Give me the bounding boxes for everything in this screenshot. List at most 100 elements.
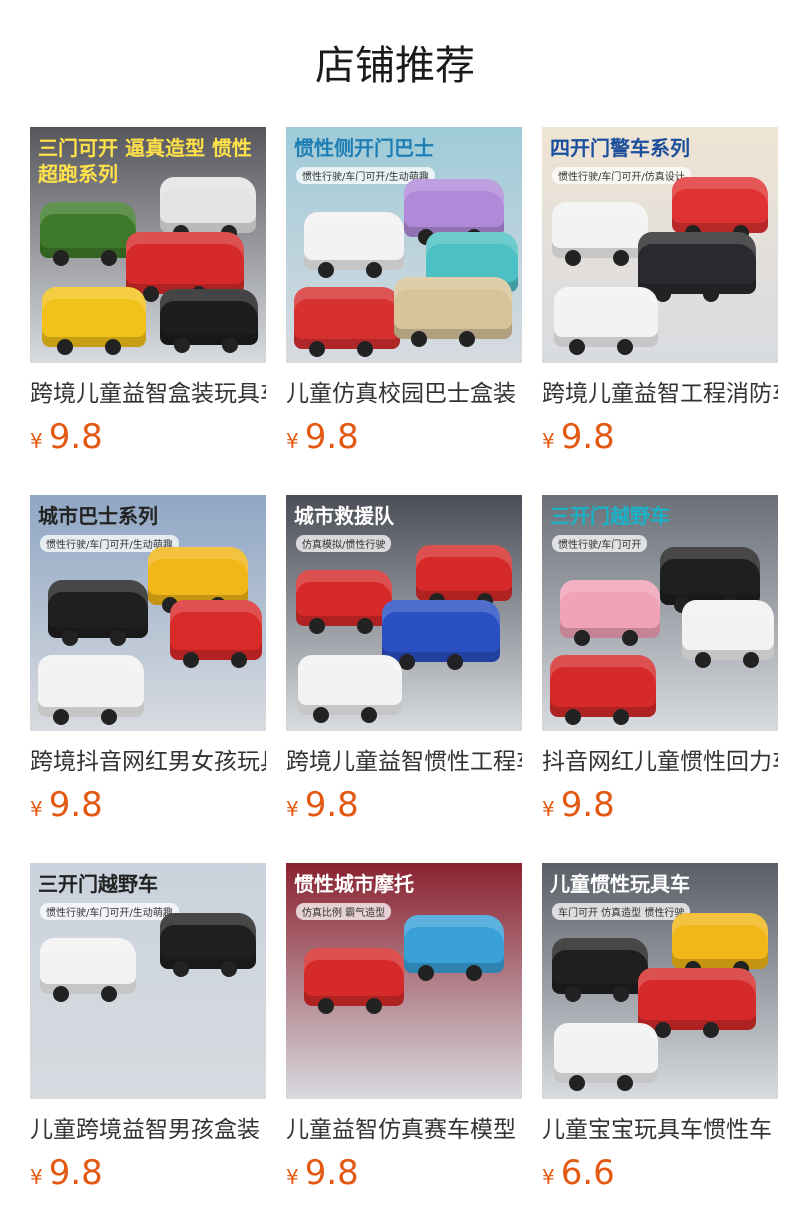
product-card[interactable]: 儿童惯性玩具车车门可开 仿真造型 惯性行驶儿童宝宝玩具车惯性车 ¥6.6 <box>542 863 778 1199</box>
toy-car-illustration <box>40 202 136 266</box>
toy-car-illustration <box>296 570 392 634</box>
image-banner-subtext: 仿真模拟/惯性行驶 <box>296 535 392 552</box>
product-card[interactable]: 城市救援队仿真模拟/惯性行驶跨境儿童益智惯性工程车 ¥9.8 <box>286 495 522 831</box>
product-card[interactable]: 三开门越野车惯性行驶/车门可开抖音网红儿童惯性回力车 ¥9.8 <box>542 495 778 831</box>
product-image[interactable]: 三门可开 逼真造型 惯性超跑系列 <box>30 127 266 363</box>
price-value: 9.8 <box>48 785 103 825</box>
currency-symbol: ¥ <box>30 429 43 453</box>
toy-car-illustration <box>294 287 400 357</box>
image-banner-text: 儿童惯性玩具车 <box>550 872 690 896</box>
toy-car-illustration <box>394 277 512 347</box>
product-price: ¥9.8 <box>542 417 778 463</box>
toy-car-illustration <box>554 1023 658 1091</box>
toy-car-illustration <box>48 580 148 646</box>
toy-car-illustration <box>404 179 504 245</box>
product-image[interactable]: 三开门越野车惯性行驶/车门可开/生动萌趣 <box>30 863 266 1099</box>
toy-car-illustration <box>160 177 256 241</box>
price-value: 9.8 <box>560 785 615 825</box>
currency-symbol: ¥ <box>542 1165 555 1189</box>
price-value: 9.8 <box>304 1153 359 1193</box>
toy-car-illustration <box>382 600 500 670</box>
product-name[interactable]: 跨境抖音网红男女孩玩具 <box>30 745 266 779</box>
product-card[interactable]: 城市巴士系列 惯性行驶/车门可开/生动萌趣跨境抖音网红男女孩玩具 ¥9.8 <box>30 495 266 831</box>
image-banner-subtext: 车门可开 仿真造型 惯性行驶 <box>552 903 691 920</box>
image-banner-text: 惯性城市摩托 <box>294 872 414 896</box>
page-title: 店铺推荐 <box>315 43 475 89</box>
toy-car-illustration <box>560 580 660 646</box>
product-card[interactable]: 三门可开 逼真造型 惯性超跑系列跨境儿童益智盒装玩具车 ¥9.8 <box>30 127 266 463</box>
image-banner-text: 三开门越野车 <box>38 872 158 896</box>
product-card[interactable]: 四开门警车系列惯性行驶/车门可开/仿真设计跨境儿童益智工程消防车 ¥9.8 <box>542 127 778 463</box>
image-banner-text: 四开门警车系列 <box>550 136 690 160</box>
image-banner-subtext: 惯性行驶/车门可开 <box>552 535 648 552</box>
product-price: ¥9.8 <box>286 785 522 831</box>
toy-car-illustration <box>38 655 144 725</box>
image-banner-text: 城市巴士系列 <box>38 504 158 528</box>
currency-symbol: ¥ <box>286 797 299 821</box>
price-value: 9.8 <box>560 417 615 457</box>
product-price: ¥9.8 <box>286 417 522 463</box>
product-name[interactable]: 儿童仿真校园巴士盒装 <box>286 377 522 411</box>
toy-car-illustration <box>672 913 768 977</box>
toy-car-illustration <box>40 938 136 1002</box>
image-banner-subtext: 仿真比例 霸气造型 <box>296 903 392 920</box>
toy-car-illustration <box>552 202 648 266</box>
currency-symbol: ¥ <box>30 1165 43 1189</box>
price-value: 9.8 <box>48 417 103 457</box>
product-card[interactable]: 惯性城市摩托仿真比例 霸气造型儿童益智仿真赛车模型 ¥9.8 <box>286 863 522 1199</box>
product-image[interactable]: 惯性侧开门巴士 惯性行驶/车门可开/生动萌趣 <box>286 127 522 363</box>
currency-symbol: ¥ <box>286 1165 299 1189</box>
product-card[interactable]: 惯性侧开门巴士 惯性行驶/车门可开/生动萌趣儿童仿真校园巴士盒装 ¥9.8 <box>286 127 522 463</box>
toy-car-illustration <box>160 289 258 353</box>
product-name[interactable]: 儿童宝宝玩具车惯性车 <box>542 1113 778 1147</box>
image-banner-text: 惯性侧开门巴士 <box>294 136 434 160</box>
product-price: ¥6.6 <box>542 1153 778 1199</box>
image-banner-text: 城市救援队 <box>294 504 394 528</box>
toy-car-illustration <box>682 600 774 668</box>
product-name[interactable]: 跨境儿童益智惯性工程车 <box>286 745 522 779</box>
toy-car-illustration <box>298 655 402 723</box>
price-value: 9.8 <box>304 785 359 825</box>
product-price: ¥9.8 <box>30 1153 266 1199</box>
price-value: 9.8 <box>48 1153 103 1193</box>
toy-car-illustration <box>304 212 404 278</box>
product-image[interactable]: 四开门警车系列惯性行驶/车门可开/仿真设计 <box>542 127 778 363</box>
product-name[interactable]: 儿童益智仿真赛车模型 <box>286 1113 522 1147</box>
product-image[interactable]: 城市巴士系列 惯性行驶/车门可开/生动萌趣 <box>30 495 266 731</box>
toy-car-illustration <box>550 655 656 725</box>
currency-symbol: ¥ <box>286 429 299 453</box>
toy-car-illustration <box>304 948 404 1014</box>
toy-car-illustration <box>170 600 262 668</box>
product-card[interactable]: 三开门越野车惯性行驶/车门可开/生动萌趣儿童跨境益智男孩盒装 ¥9.8 <box>30 863 266 1199</box>
currency-symbol: ¥ <box>542 429 555 453</box>
toy-car-illustration <box>660 547 760 613</box>
toy-car-illustration <box>554 287 658 355</box>
toy-car-illustration <box>672 177 768 241</box>
toy-car-illustration <box>42 287 146 355</box>
product-image[interactable]: 儿童惯性玩具车车门可开 仿真造型 惯性行驶 <box>542 863 778 1099</box>
toy-car-illustration <box>552 938 648 1002</box>
product-image[interactable]: 三开门越野车惯性行驶/车门可开 <box>542 495 778 731</box>
toy-car-illustration <box>160 913 256 977</box>
product-image[interactable]: 惯性城市摩托仿真比例 霸气造型 <box>286 863 522 1099</box>
image-banner-subtext: 惯性行驶/车门可开/生动萌趣 <box>40 903 179 920</box>
toy-car-illustration <box>148 547 248 613</box>
currency-symbol: ¥ <box>542 797 555 821</box>
product-price: ¥9.8 <box>542 785 778 831</box>
product-name[interactable]: 儿童跨境益智男孩盒装 <box>30 1113 266 1147</box>
toy-car-illustration <box>638 232 756 302</box>
product-name[interactable]: 跨境儿童益智工程消防车 <box>542 377 778 411</box>
toy-car-illustration <box>638 968 756 1038</box>
product-name[interactable]: 抖音网红儿童惯性回力车 <box>542 745 778 779</box>
image-banner-text: 三开门越野车 <box>550 504 670 528</box>
product-price: ¥9.8 <box>286 1153 522 1199</box>
currency-symbol: ¥ <box>30 797 43 821</box>
toy-car-illustration <box>126 232 244 302</box>
product-name[interactable]: 跨境儿童益智盒装玩具车 <box>30 377 266 411</box>
toy-car-illustration <box>416 545 512 609</box>
product-price: ¥9.8 <box>30 417 266 463</box>
image-banner-subtext: 惯性行驶/车门可开/仿真设计 <box>552 167 691 184</box>
price-value: 9.8 <box>304 417 359 457</box>
toy-car-illustration <box>404 915 504 981</box>
product-image[interactable]: 城市救援队仿真模拟/惯性行驶 <box>286 495 522 731</box>
